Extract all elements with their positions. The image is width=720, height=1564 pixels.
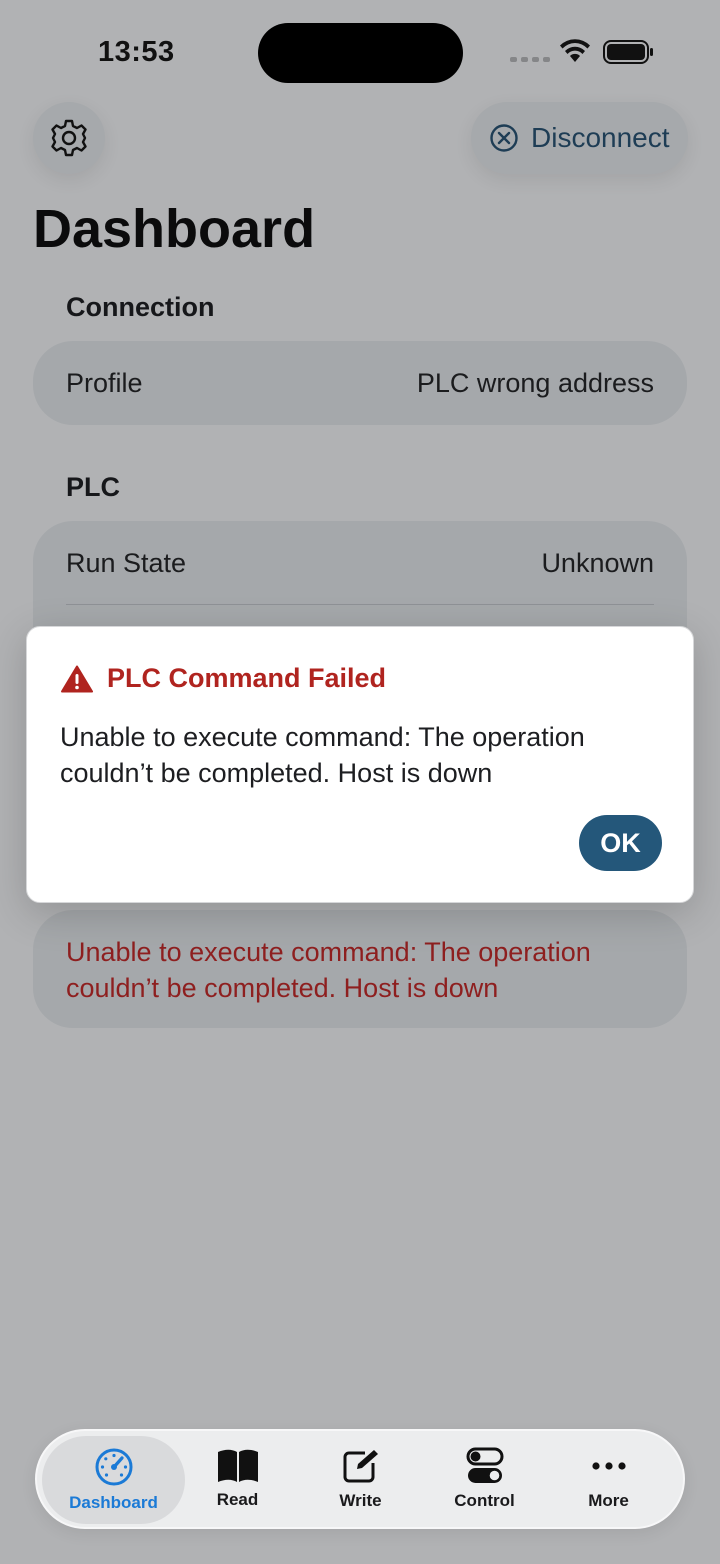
tab-dashboard[interactable]: Dashboard xyxy=(42,1436,185,1524)
error-message-text: Unable to execute command: The operation… xyxy=(66,937,591,1003)
disconnect-button[interactable]: Disconnect xyxy=(471,102,688,174)
profile-row[interactable]: Profile PLC wrong address xyxy=(33,341,687,425)
dynamic-island xyxy=(258,23,463,83)
profile-label: Profile xyxy=(66,367,143,398)
error-message-card: Unable to execute command: The operation… xyxy=(33,910,687,1028)
ellipsis-icon xyxy=(591,1462,626,1470)
ok-button[interactable]: OK xyxy=(579,815,662,871)
run-state-label: Run State xyxy=(66,547,187,578)
battery-icon xyxy=(603,40,653,64)
run-state-value: Unknown xyxy=(541,547,654,578)
tab-label-dashboard: Dashboard xyxy=(69,1493,158,1512)
alert-message: Unable to execute command: The operation… xyxy=(60,722,585,788)
gear-icon xyxy=(51,119,87,157)
book-icon xyxy=(217,1449,258,1482)
page-title: Dashboard xyxy=(33,199,316,259)
status-time: 13:53 xyxy=(98,36,175,68)
profile-value: PLC wrong address xyxy=(416,367,654,398)
circle-x-icon xyxy=(490,124,518,152)
toggles-icon xyxy=(466,1447,503,1483)
gauge-icon xyxy=(95,1448,132,1486)
tab-control[interactable]: Control xyxy=(427,1431,542,1527)
cellular-signal-icon xyxy=(510,57,550,62)
tab-bar: Dashboard Read Write Control More xyxy=(35,1429,685,1529)
tab-label-more: More xyxy=(588,1491,629,1510)
connection-card: Profile PLC wrong address xyxy=(33,341,687,425)
plc-section-header: PLC xyxy=(66,472,120,502)
connection-section-header: Connection xyxy=(66,292,215,322)
tab-write[interactable]: Write xyxy=(303,1431,418,1527)
status-bar: 13:53 xyxy=(0,0,720,100)
wifi-icon xyxy=(560,39,590,62)
settings-button[interactable] xyxy=(33,102,105,174)
pencil-square-icon xyxy=(343,1450,378,1483)
tab-label-control: Control xyxy=(454,1491,515,1510)
tab-label-write: Write xyxy=(339,1491,382,1510)
tab-label-read: Read xyxy=(216,1490,259,1509)
tab-more[interactable]: More xyxy=(551,1431,666,1527)
run-state-row: Run State Unknown xyxy=(33,521,687,605)
warning-triangle-icon xyxy=(61,665,93,692)
alert-title: PLC Command Failed xyxy=(107,663,387,693)
disconnect-label: Disconnect xyxy=(531,122,670,153)
alert-title-row: PLC Command Failed xyxy=(61,663,386,694)
row-divider xyxy=(66,604,654,605)
tab-read[interactable]: Read xyxy=(180,1431,295,1527)
error-alert-dialog: PLC Command Failed Unable to execute com… xyxy=(26,626,694,903)
